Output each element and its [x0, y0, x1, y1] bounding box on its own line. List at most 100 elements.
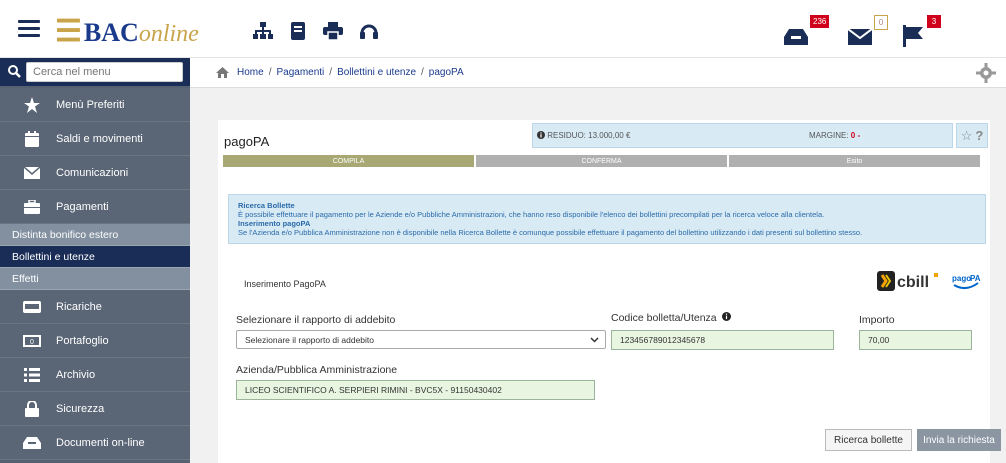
logo-mark-icon: ☰ — [55, 15, 82, 48]
importo-input[interactable]: 70,00 — [859, 330, 972, 350]
help-icon[interactable]: ? — [975, 128, 983, 143]
inbox-count-badge: 236 — [810, 15, 830, 28]
rapporto-select[interactable]: Selezionare il rapporto di addebito — [236, 330, 606, 349]
sitemap-icon[interactable] — [253, 22, 273, 40]
wizard-steps: COMPILA CONFERMA Esito — [223, 155, 980, 167]
inbox-icon — [784, 29, 808, 45]
sidebar-subitem-distinta[interactable]: Distinta bonifico estero — [0, 224, 190, 246]
sidebar-item-label: Sicurezza — [56, 402, 105, 415]
notification-inbox[interactable]: 236 — [784, 15, 830, 45]
home-icon[interactable] — [216, 67, 229, 78]
note-text-inserimento: Se l'Azienda e/o Pubblica Amministrazion… — [238, 228, 863, 237]
margine-value: 0 - — [850, 131, 861, 140]
chevron-down-icon — [590, 337, 599, 343]
sidebar-item-label: Menù Preferiti — [56, 98, 125, 111]
list-icon — [24, 367, 40, 382]
residuo-label: RESIDUO: 13.000,00 € — [547, 131, 631, 140]
logo-bac: BAC — [83, 18, 139, 47]
info-icon — [537, 131, 545, 139]
breadcrumb-home[interactable]: Home — [237, 67, 264, 78]
page-title: pagoPA — [224, 134, 270, 149]
payment-logos: cbill pago PA — [877, 270, 981, 292]
sidebar-item-ricariche[interactable]: Ricariche — [0, 290, 190, 324]
rapporto-select-value: Selezionare il rapporto di addebito — [245, 335, 375, 345]
search-icon[interactable] — [8, 65, 21, 78]
codice-label: Codice bolletta/Utenza — [611, 312, 731, 324]
pagopa-card: pagoPA RESIDUO: 13.000,00 € MARGINE: 0 -… — [218, 120, 1001, 463]
briefcase-icon — [24, 199, 40, 214]
hamburger-menu-icon[interactable] — [18, 20, 40, 38]
balance-info: RESIDUO: 13.000,00 € MARGINE: 0 - — [532, 123, 953, 148]
ricerca-bollette-button[interactable]: Ricerca bollette — [825, 429, 912, 451]
favorite-star-icon[interactable]: ☆ — [961, 128, 973, 144]
flag-count-badge: 3 — [927, 15, 941, 28]
sidebar-item-label: Portafoglio — [56, 334, 109, 347]
step-esito: Esito — [729, 155, 980, 167]
wallet-icon: 0 — [23, 334, 41, 347]
residuo: RESIDUO: 13.000,00 € — [537, 131, 630, 140]
sidebar-item-portafoglio[interactable]: 0 Portafoglio — [0, 324, 190, 358]
step-compila: COMPILA — [223, 155, 476, 167]
azienda-input[interactable]: LICEO SCIENTIFICO A. SERPIERI RIMINI - B… — [236, 380, 595, 400]
top-tools — [253, 22, 378, 40]
sidebar-item-label: Comunicazioni — [56, 166, 129, 179]
azienda-label: Azienda/Pubblica Amministrazione — [236, 364, 398, 376]
headset-icon[interactable] — [360, 22, 378, 40]
codice-bolletta-input[interactable]: 123456789012345678 — [611, 330, 834, 350]
rapporto-label: Selezionare il rapporto di addebito — [236, 314, 396, 326]
section-label: Inserimento PagoPA — [244, 279, 326, 289]
note-text-ricerca: È possibile effettuare il pagamento per … — [238, 210, 825, 219]
main-content: Home / Pagamenti / Bollettini e utenze / pa… — [190, 58, 1006, 463]
importo-label: Importo — [859, 314, 895, 326]
breadcrumb-bollettini[interactable]: Bollettini e utenze — [337, 67, 416, 78]
mail-icon — [848, 29, 872, 45]
pagopa-logo-icon: pagoPA — [952, 274, 981, 289]
sidebar-item-label: Ricariche — [56, 300, 102, 313]
calendar-icon — [25, 130, 39, 147]
svg-text:pago: pago — [952, 274, 971, 283]
sidebar-subitem-label: Bollettini e utenze — [12, 250, 95, 263]
breadcrumb-pagamenti[interactable]: Pagamenti — [276, 67, 324, 78]
svg-text:cbill: cbill — [897, 274, 929, 291]
breadcrumb-pagopa[interactable]: pagoPA — [429, 67, 464, 78]
notification-flag[interactable]: 3 — [903, 15, 941, 47]
sidebar-item-comunicazioni[interactable]: Comunicazioni — [0, 156, 190, 190]
margine-label: MARGINE: — [809, 131, 849, 140]
logo-online: online — [138, 21, 199, 47]
book-icon[interactable] — [290, 22, 306, 40]
sidebar-item-label: Saldi e movimenti — [56, 132, 143, 145]
sidebar-subitem-effetti[interactable]: Effetti — [0, 268, 190, 290]
notification-mail[interactable]: 0 — [848, 15, 888, 45]
info-note: Ricerca Bollette È possibile effettuare … — [228, 194, 986, 244]
sidebar-item-sicurezza[interactable]: Sicurezza — [0, 392, 190, 426]
inbox-icon — [23, 436, 41, 449]
flag-icon — [903, 25, 923, 47]
card-icon — [23, 300, 41, 313]
menu-search-input[interactable] — [26, 62, 183, 82]
lock-icon — [25, 400, 39, 417]
logo[interactable]: ☰ BAC online — [55, 14, 199, 49]
sidebar-item-preferiti[interactable]: Menù Preferiti — [0, 88, 190, 122]
top-bar: ☰ BAC online 236 0 3 — [0, 0, 1006, 58]
star-icon — [24, 96, 40, 113]
gear-icon[interactable] — [976, 63, 996, 83]
invia-richiesta-button[interactable]: Invia la richiesta — [917, 429, 1001, 451]
print-icon[interactable] — [323, 22, 343, 40]
info-icon[interactable] — [721, 312, 731, 321]
sidebar-item-documenti[interactable]: Documenti on-line — [0, 426, 190, 460]
sidebar-search — [0, 58, 190, 86]
envelope-icon — [24, 166, 40, 179]
sidebar-item-saldi[interactable]: Saldi e movimenti — [0, 122, 190, 156]
step-conferma: CONFERMA — [476, 155, 729, 167]
mail-count-badge: 0 — [874, 15, 888, 30]
svg-text:PA: PA — [970, 274, 981, 283]
sidebar-item-pagamenti[interactable]: Pagamenti — [0, 190, 190, 224]
codice-label-text: Codice bolletta/Utenza — [611, 312, 717, 324]
sidebar-subitem-label: Distinta bonifico estero — [12, 228, 119, 241]
sidebar-item-label: Pagamenti — [56, 200, 109, 213]
sidebar-item-label: Archivio — [56, 368, 96, 381]
sidebar-subitem-bollettini[interactable]: Bollettini e utenze — [0, 246, 190, 268]
sidebar-item-archivio[interactable]: Archivio — [0, 358, 190, 392]
sidebar-subitem-label: Effetti — [12, 272, 39, 285]
sidebar: Menù Preferiti Saldi e movimenti Comunic… — [0, 58, 190, 463]
